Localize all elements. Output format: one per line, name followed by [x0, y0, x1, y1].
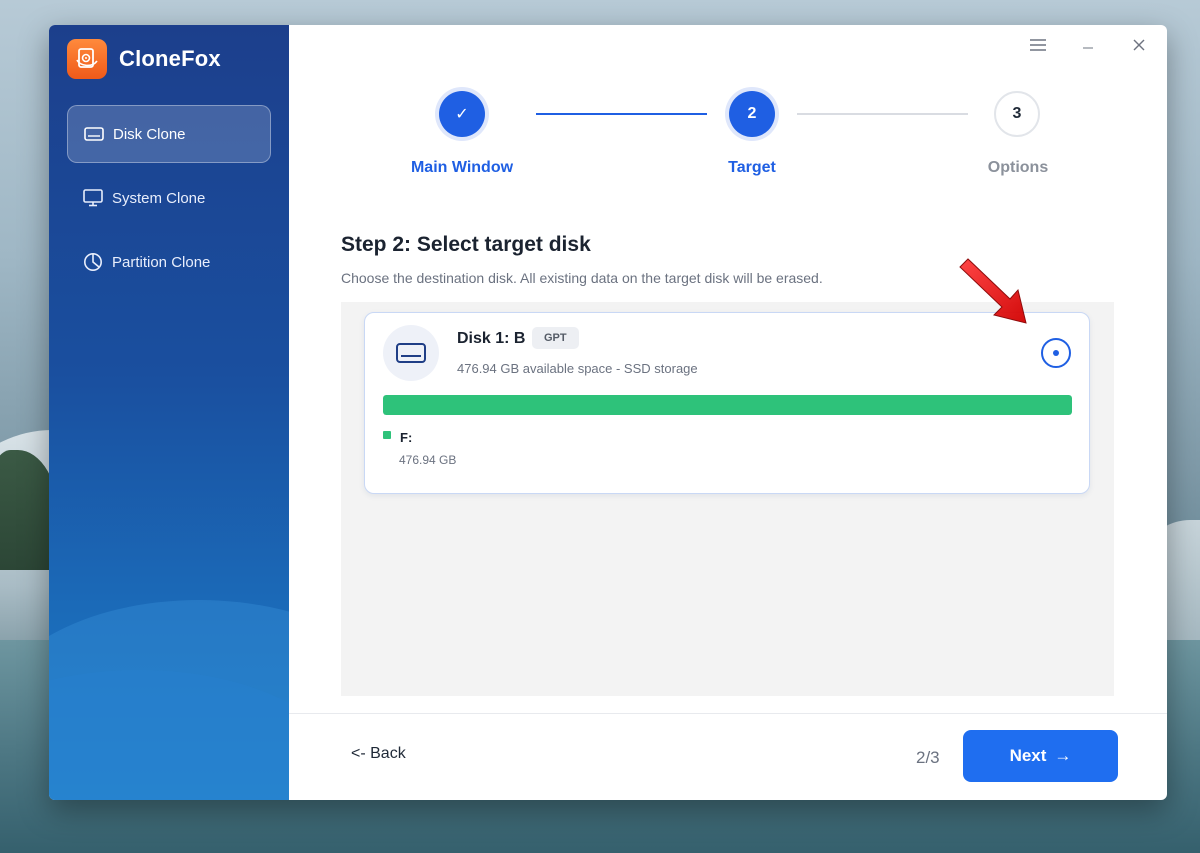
disk-list: Disk 1: B GPT 476.94 GB available space … — [341, 302, 1114, 696]
titlebar — [289, 25, 1167, 65]
sidebar-item-partition-clone[interactable]: Partition Clone — [67, 233, 271, 291]
disk-card[interactable]: Disk 1: B GPT 476.94 GB available space … — [364, 312, 1090, 494]
partition-size: 476.94 GB — [399, 453, 457, 467]
stepper: ✓ Main Window 2 Target 3 Options — [289, 91, 1167, 191]
close-icon[interactable] — [1125, 31, 1153, 59]
next-button-label: Next — [1009, 746, 1047, 765]
disk-usage-fill — [383, 395, 1072, 415]
sidebar-nav: Disk Clone System Clone Partition Clone — [67, 105, 271, 297]
sidebar: CloneFox Disk Clone System Clone Partiti… — [49, 25, 289, 800]
step-3-label: Options — [987, 159, 1049, 176]
footer-divider — [289, 713, 1167, 714]
step-2-label: Target — [728, 159, 776, 176]
disk-info: 476.94 GB available space - SSD storage — [457, 361, 698, 376]
brand: CloneFox — [67, 39, 221, 79]
partition-style-badge: GPT — [532, 327, 579, 349]
monitor-icon — [82, 187, 104, 209]
sidebar-wave — [49, 670, 289, 800]
disk-icon — [83, 123, 105, 145]
radio-selected-dot — [1053, 350, 1059, 356]
clonefox-logo-icon — [67, 39, 107, 79]
disk-usage-bar — [383, 395, 1072, 415]
step-1-check-icon: ✓ — [439, 91, 485, 137]
next-button[interactable]: Next → — [963, 730, 1118, 782]
step-connector — [797, 113, 968, 115]
step-1-label: Main Window — [410, 159, 514, 176]
sidebar-item-system-clone[interactable]: System Clone — [67, 169, 271, 227]
page-title: Step 2: Select target disk — [341, 233, 591, 256]
sidebar-item-label: Partition Clone — [112, 253, 211, 271]
partition-label: F: — [400, 430, 413, 445]
hamburger-icon[interactable] — [1024, 31, 1052, 59]
page-description: Choose the destination disk. All existin… — [341, 270, 823, 286]
pie-chart-icon — [82, 251, 104, 273]
sidebar-item-label: Disk Clone — [113, 125, 186, 143]
sidebar-item-disk-clone[interactable]: Disk Clone — [67, 105, 271, 163]
page-indicator: 2/3 — [916, 748, 940, 767]
back-button[interactable]: <- Back — [351, 745, 406, 763]
sidebar-item-label: System Clone — [112, 189, 206, 207]
step-3-number: 3 — [994, 91, 1040, 137]
step-connector — [536, 113, 707, 115]
hard-drive-icon — [383, 325, 439, 381]
app-window: CloneFox Disk Clone System Clone Partiti… — [49, 25, 1167, 800]
app-title: CloneFox — [119, 46, 221, 71]
step-2-number: 2 — [729, 91, 775, 137]
disk-name: Disk 1: B — [457, 330, 526, 347]
minimize-icon[interactable] — [1074, 31, 1102, 59]
arrow-right-icon: → — [1054, 746, 1072, 765]
disk-select-radio[interactable] — [1041, 338, 1071, 368]
partition-color-swatch — [383, 431, 391, 439]
main-panel: ✓ Main Window 2 Target 3 Options Step 2:… — [289, 25, 1167, 800]
